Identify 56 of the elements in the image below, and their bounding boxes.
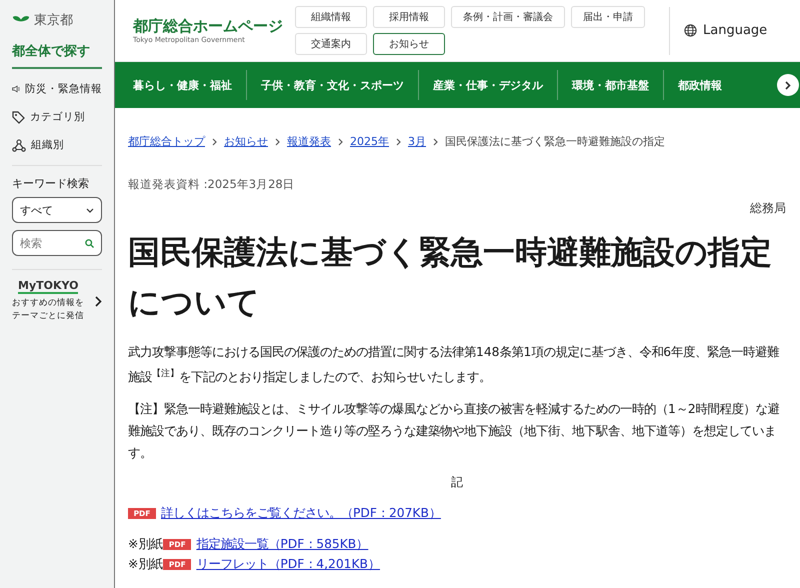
pdf-link[interactable]: リーフレット（PDF：4,201KB） xyxy=(196,556,380,574)
chevron-down-icon xyxy=(86,208,94,212)
chevron-right-icon xyxy=(785,80,791,90)
breadcrumb-link[interactable]: お知らせ xyxy=(224,134,268,149)
note-mark: 記 xyxy=(451,475,463,490)
header-link[interactable]: 採用情報 xyxy=(373,6,445,28)
attachment-label: ※別紙 xyxy=(128,536,162,554)
search-field[interactable]: 検索 xyxy=(12,230,102,256)
megaphone-icon xyxy=(12,83,20,95)
tag-icon xyxy=(12,110,25,124)
chevron-right-icon xyxy=(396,138,401,146)
paragraph: 武力攻撃事態等における国民の保護のための措置に関する法律第148条第1項の規定に基づき、令和6年度、緊急一時避難施設$^{【注】}$を下記のとおり指定しましたので、お知らせいたします。 xyxy=(128,344,780,386)
chevron-right-icon xyxy=(338,138,343,146)
sidebar-heading: 都全体で探す xyxy=(12,42,102,69)
hierarchy-icon xyxy=(12,138,26,152)
sidebar-item[interactable]: 組織別 xyxy=(12,131,102,159)
breadcrumb-current: 国民保護法に基づく緊急一時避難施設の指定 xyxy=(445,134,665,149)
keyword-search-label: キーワード検索 xyxy=(12,176,90,191)
header-link[interactable]: 条例・計画・審議会 xyxy=(451,6,565,28)
pdf-link[interactable]: 指定施設一覧（PDF：585KB） xyxy=(196,536,368,554)
search-icon xyxy=(85,239,94,248)
chevron-right-icon xyxy=(212,138,217,146)
scope-dropdown[interactable]: すべて xyxy=(12,197,102,223)
chevron-right-icon xyxy=(275,138,280,146)
header-link[interactable]: 交通案内 xyxy=(295,33,367,55)
header-link[interactable]: お知らせ xyxy=(373,33,445,55)
nav-item[interactable]: 産業・仕事・デジタル xyxy=(433,78,557,92)
breadcrumb-link[interactable]: 3月 xyxy=(408,134,426,149)
header-link[interactable]: 届出・申請 xyxy=(571,6,645,28)
breadcrumb-link[interactable]: 都庁総合トップ xyxy=(128,134,205,149)
chevron-right-icon xyxy=(433,138,438,146)
language-button[interactable]: Language xyxy=(684,23,768,38)
pdf-link[interactable]: 詳しくはこちらをご覧ください。（PDF：207KB） xyxy=(161,505,441,522)
nav-item[interactable]: 子供・教育・文化・スポーツ xyxy=(261,78,418,92)
site-title[interactable]: 都庁総合ホームページ xyxy=(133,17,295,36)
globe-icon xyxy=(684,24,697,37)
site-logo[interactable]: 東京都 xyxy=(34,11,73,29)
nav-item[interactable]: 暮らし・健康・福祉 xyxy=(133,78,246,92)
paragraph: 【注】緊急一時避難施設とは、ミサイル攻撃等の爆風などから直接の被害を軽減するための一時的（1～2時間程度）な避難施設であり、既存のコンクリート造り等の堅ろうな建築物や地下施設（地下街、地下駅舎、地下道等）を想定しています。 xyxy=(128,401,781,462)
sidebar-item[interactable]: カテゴリ別 xyxy=(12,103,102,131)
sidebar-item[interactable]: 防災・緊急情報 xyxy=(12,75,102,103)
scroll-right-button[interactable] xyxy=(777,74,799,96)
promo-text: おすすめの情報を xyxy=(12,297,84,310)
header-link[interactable]: 組織情報 xyxy=(295,6,367,28)
nav-item[interactable]: 都政情報 xyxy=(678,78,736,92)
attachment-label: ※別紙 xyxy=(128,556,162,574)
bureau-name: 総務局 xyxy=(750,200,786,217)
mytokyo-logo: MyTOKYO xyxy=(18,280,78,294)
promo-text: テーマごとに発信 xyxy=(12,310,84,323)
breadcrumb-link[interactable]: 報道発表 xyxy=(287,134,331,149)
nav-item[interactable]: 環境・都市基盤 xyxy=(572,78,663,92)
release-date: 報道発表資料 :2025年3月28日 xyxy=(128,177,296,192)
mytokyo-promo[interactable]: MyTOKYO おすすめの情報を テーマごとに発信 xyxy=(12,280,102,323)
breadcrumb-link[interactable]: 2025年 xyxy=(350,134,389,149)
article-title: 国民保護法に基づく緊急一時避難施設の指定について xyxy=(128,232,773,323)
chevron-right-icon xyxy=(95,296,102,307)
